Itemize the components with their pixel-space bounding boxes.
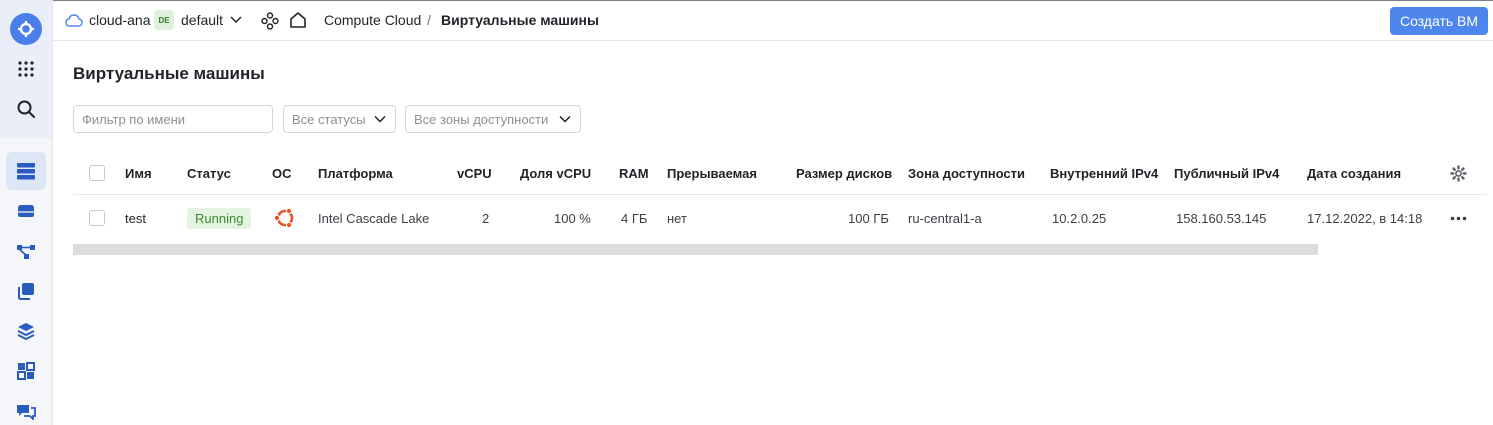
- gear-icon[interactable]: [1450, 165, 1467, 182]
- nav-support[interactable]: [6, 392, 46, 425]
- create-vm-button[interactable]: Создать ВМ: [1390, 7, 1488, 35]
- nav-placement-groups[interactable]: [6, 232, 46, 270]
- vcpu-share-cell: 100 %: [554, 211, 591, 226]
- disk-icon: [18, 205, 34, 217]
- group-icon: [17, 362, 35, 380]
- status-select[interactable]: Все статусы: [283, 105, 396, 133]
- nav-snapshots[interactable]: [6, 272, 46, 310]
- disk-size-cell: 100 ГБ: [848, 211, 889, 226]
- column-header-name[interactable]: Имя: [125, 166, 152, 181]
- internal-ip-cell: 10.2.0.25: [1052, 211, 1107, 226]
- page-title: Виртуальные машины: [73, 64, 265, 83]
- chevron-down-icon: [374, 115, 386, 123]
- preemptible-cell: нет: [667, 211, 687, 226]
- status-badge: Running: [187, 208, 252, 229]
- breadcrumb-section: Виртуальные машины: [441, 12, 599, 28]
- cloud-logo-button[interactable]: [6, 10, 46, 48]
- home-icon[interactable]: [289, 11, 307, 29]
- column-header-public-ip[interactable]: Публичный IPv4: [1174, 166, 1279, 181]
- platform-cell: Intel Cascade Lake: [318, 211, 430, 226]
- more-actions-icon[interactable]: [1450, 216, 1467, 221]
- chevron-down-icon: [559, 115, 571, 123]
- name-filter-input[interactable]: Фильтр по имени: [73, 105, 273, 133]
- nav-disks[interactable]: [6, 192, 46, 230]
- services-grid-button[interactable]: [6, 50, 46, 88]
- zone-cell: ru-central1-a: [908, 211, 982, 226]
- name-filter-placeholder: Фильтр по имени: [82, 112, 186, 127]
- status-select-value: Все статусы: [292, 112, 366, 127]
- breadcrumb-service[interactable]: Compute Cloud: [324, 12, 421, 28]
- grid-icon: [18, 61, 34, 77]
- cloud-icon: [65, 14, 83, 27]
- breadcrumb-separator: /: [427, 12, 431, 28]
- breadcrumb-cloud[interactable]: cloud-ana: [89, 12, 151, 28]
- nodes-icon: [17, 245, 35, 259]
- ram-cell: 4 ГБ: [621, 211, 648, 226]
- servers-icon: [17, 163, 35, 180]
- column-header-created[interactable]: Дата создания: [1307, 166, 1401, 181]
- column-header-ram[interactable]: RAM: [619, 166, 649, 181]
- column-header-os[interactable]: ОС: [272, 166, 292, 181]
- column-header-zone[interactable]: Зона доступности: [908, 166, 1025, 181]
- column-header-disk-size[interactable]: Размер дисков: [796, 166, 892, 181]
- nav-images[interactable]: [6, 312, 46, 350]
- vm-name-link[interactable]: test: [125, 211, 146, 226]
- public-ip-cell: 158.160.53.145: [1176, 211, 1267, 226]
- chevron-down-icon[interactable]: [230, 16, 242, 24]
- cloud-logo-icon: [10, 13, 42, 45]
- search-icon: [17, 100, 35, 118]
- header-divider: [73, 194, 1487, 195]
- column-header-status[interactable]: Статус: [187, 166, 231, 181]
- column-header-preemptible[interactable]: Прерываемая: [667, 166, 757, 181]
- layers-icon: [17, 323, 35, 340]
- horizontal-scrollbar[interactable]: [73, 244, 1318, 255]
- nav-vms[interactable]: [6, 152, 46, 190]
- vcpu-cell: 2: [482, 211, 490, 226]
- nav-instance-groups[interactable]: [6, 352, 46, 390]
- row-checkbox[interactable]: [89, 210, 105, 226]
- breadcrumb-folder[interactable]: default: [181, 12, 223, 28]
- copies-icon: [18, 283, 34, 300]
- created-cell: 17.12.2022, в 14:18: [1307, 211, 1423, 226]
- zone-select-value: Все зоны доступности: [414, 112, 549, 127]
- column-header-platform[interactable]: Платформа: [318, 166, 393, 181]
- ubuntu-icon: [273, 207, 294, 229]
- column-header-vcpu-share[interactable]: Доля vCPU: [520, 166, 591, 181]
- search-button[interactable]: [6, 90, 46, 128]
- column-header-vcpu[interactable]: vCPU: [457, 166, 492, 181]
- top-bar: cloud-ana DE default Compute Cloud / Вир…: [53, 0, 1493, 41]
- column-header-internal-ip[interactable]: Внутренний IPv4: [1050, 166, 1158, 181]
- side-rail: [0, 0, 53, 425]
- select-all-checkbox[interactable]: [89, 165, 105, 181]
- folder-badge: DE: [154, 10, 174, 30]
- chat-icon: [17, 405, 36, 420]
- zone-select[interactable]: Все зоны доступности: [405, 105, 581, 133]
- resources-icon[interactable]: [261, 12, 279, 30]
